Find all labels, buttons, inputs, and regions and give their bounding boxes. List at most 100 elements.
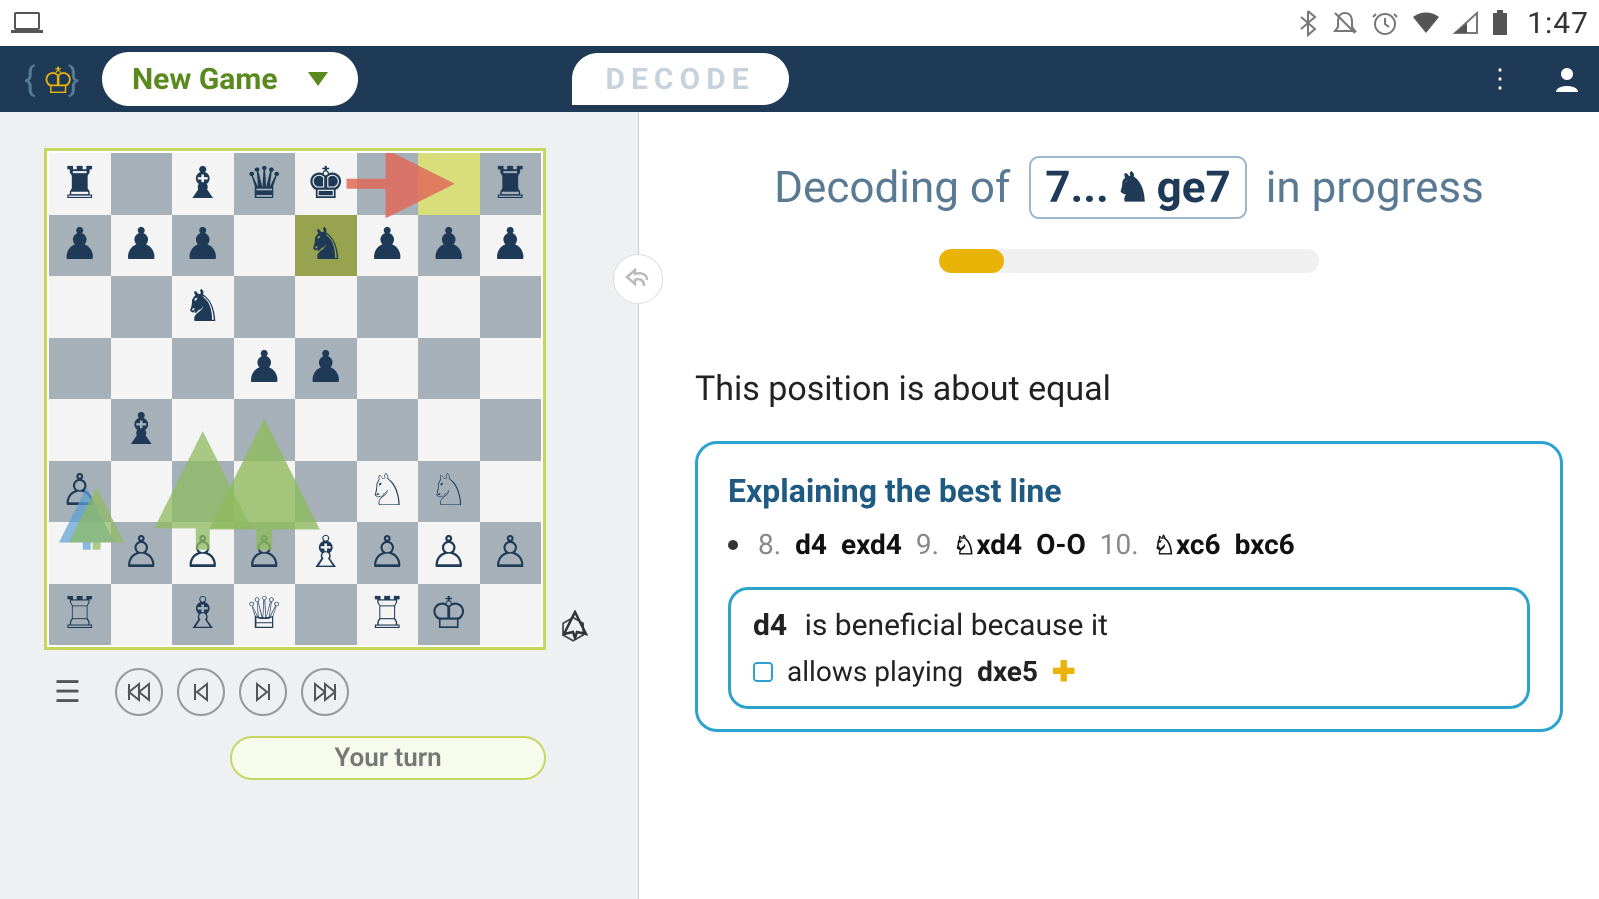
last-move-button[interactable] bbox=[301, 668, 349, 716]
square-c7[interactable]: ♟ bbox=[172, 215, 234, 277]
square-h4[interactable] bbox=[480, 399, 542, 461]
overflow-menu-icon[interactable]: ⋮ bbox=[1487, 64, 1513, 94]
square-a7[interactable]: ♟ bbox=[49, 215, 111, 277]
square-e6[interactable] bbox=[295, 276, 357, 338]
decode-progress bbox=[939, 249, 1319, 273]
laptop-icon bbox=[10, 10, 44, 36]
square-a6[interactable] bbox=[49, 276, 111, 338]
square-c8[interactable]: ♝ bbox=[172, 153, 234, 215]
square-g7[interactable]: ♟ bbox=[418, 215, 480, 277]
square-g1[interactable]: ♔ bbox=[418, 584, 480, 646]
square-g8[interactable] bbox=[418, 153, 480, 215]
square-c6[interactable]: ♞ bbox=[172, 276, 234, 338]
square-h3[interactable] bbox=[480, 461, 542, 523]
square-d8[interactable]: ♛ bbox=[234, 153, 296, 215]
move-nav: ☰ bbox=[54, 668, 638, 716]
square-e3[interactable] bbox=[295, 461, 357, 523]
square-h6[interactable] bbox=[480, 276, 542, 338]
square-e4[interactable] bbox=[295, 399, 357, 461]
square-h8[interactable]: ♜ bbox=[480, 153, 542, 215]
square-b7[interactable]: ♟ bbox=[111, 215, 173, 277]
square-a5[interactable] bbox=[49, 338, 111, 400]
new-game-label: New Game bbox=[132, 62, 278, 97]
square-g5[interactable] bbox=[418, 338, 480, 400]
undo-button[interactable] bbox=[613, 254, 663, 304]
square-f8[interactable] bbox=[357, 153, 419, 215]
plus-icon[interactable]: ✚ bbox=[1052, 655, 1075, 688]
square-c5[interactable] bbox=[172, 338, 234, 400]
first-move-button[interactable] bbox=[115, 668, 163, 716]
piece-wp: ♙ bbox=[245, 531, 284, 575]
square-h1[interactable] bbox=[480, 584, 542, 646]
square-c1[interactable]: ♗ bbox=[172, 584, 234, 646]
new-game-button[interactable]: New Game bbox=[102, 52, 358, 106]
square-d7[interactable] bbox=[234, 215, 296, 277]
piece-wp: ♙ bbox=[491, 531, 530, 575]
square-a3[interactable]: ♙ bbox=[49, 461, 111, 523]
square-d3[interactable] bbox=[234, 461, 296, 523]
square-c4[interactable] bbox=[172, 399, 234, 461]
square-b2[interactable]: ♙ bbox=[111, 522, 173, 584]
square-f6[interactable] bbox=[357, 276, 419, 338]
piece-wr: ♖ bbox=[60, 592, 99, 636]
square-f7[interactable]: ♟ bbox=[357, 215, 419, 277]
square-g2[interactable]: ♙ bbox=[418, 522, 480, 584]
piece-bp: ♟ bbox=[60, 223, 99, 267]
square-a2[interactable] bbox=[49, 522, 111, 584]
piece-bp: ♟ bbox=[491, 223, 530, 267]
square-d6[interactable] bbox=[234, 276, 296, 338]
square-f3[interactable]: ♘ bbox=[357, 461, 419, 523]
piece-bk: ♚ bbox=[306, 162, 345, 206]
square-e5[interactable]: ♟ bbox=[295, 338, 357, 400]
square-d5[interactable]: ♟ bbox=[234, 338, 296, 400]
square-h5[interactable] bbox=[480, 338, 542, 400]
turn-label: Your turn bbox=[334, 743, 441, 773]
checkbox-icon[interactable] bbox=[753, 662, 773, 682]
square-b8[interactable] bbox=[111, 153, 173, 215]
square-a8[interactable]: ♜ bbox=[49, 153, 111, 215]
app-logo[interactable]: {♔} bbox=[18, 57, 88, 101]
android-status-bar: 1:47 bbox=[0, 0, 1599, 46]
square-f5[interactable] bbox=[357, 338, 419, 400]
square-f4[interactable] bbox=[357, 399, 419, 461]
square-e7[interactable]: ♞ bbox=[295, 215, 357, 277]
square-c2[interactable]: ♙ bbox=[172, 522, 234, 584]
prev-move-button[interactable] bbox=[177, 668, 225, 716]
square-b6[interactable] bbox=[111, 276, 173, 338]
decode-tab[interactable]: DECODE bbox=[572, 53, 789, 105]
next-move-button[interactable] bbox=[239, 668, 287, 716]
decode-label: DECODE bbox=[606, 62, 755, 97]
square-a4[interactable] bbox=[49, 399, 111, 461]
piece-wp: ♙ bbox=[122, 531, 161, 575]
piece-bp: ♟ bbox=[183, 223, 222, 267]
square-d4[interactable] bbox=[234, 399, 296, 461]
alarm-icon bbox=[1371, 9, 1399, 37]
best-line-moves[interactable]: 8.d4exd49.♘xd4O-O10.♘xc6bxc6 bbox=[728, 528, 1530, 561]
square-f1[interactable]: ♖ bbox=[357, 584, 419, 646]
square-h2[interactable]: ♙ bbox=[480, 522, 542, 584]
chess-board[interactable]: ♜♝♛♚♜♟♟♟♞♟♟♟♞♟♟♝♙♘♘♙♙♙♗♙♙♙♖♗♕♖♔ bbox=[44, 148, 546, 650]
decoded-move: 7... ♞ge7 bbox=[1029, 156, 1247, 219]
square-a1[interactable]: ♖ bbox=[49, 584, 111, 646]
square-f2[interactable]: ♙ bbox=[357, 522, 419, 584]
square-g4[interactable] bbox=[418, 399, 480, 461]
square-b5[interactable] bbox=[111, 338, 173, 400]
piece-wb: ♗ bbox=[306, 531, 345, 575]
square-b4[interactable]: ♝ bbox=[111, 399, 173, 461]
square-d1[interactable]: ♕ bbox=[234, 584, 296, 646]
square-g3[interactable]: ♘ bbox=[418, 461, 480, 523]
square-e1[interactable] bbox=[295, 584, 357, 646]
square-b1[interactable] bbox=[111, 584, 173, 646]
menu-icon[interactable]: ☰ bbox=[54, 675, 81, 710]
square-e8[interactable]: ♚ bbox=[295, 153, 357, 215]
piece-wp: ♙ bbox=[429, 531, 468, 575]
square-b3[interactable] bbox=[111, 461, 173, 523]
square-h7[interactable]: ♟ bbox=[480, 215, 542, 277]
square-d2[interactable]: ♙ bbox=[234, 522, 296, 584]
clock-text: 1:47 bbox=[1527, 6, 1589, 41]
square-c3[interactable] bbox=[172, 461, 234, 523]
square-e2[interactable]: ♗ bbox=[295, 522, 357, 584]
explanation-card: d4 is beneficial because it allows playi… bbox=[728, 587, 1530, 709]
profile-icon[interactable] bbox=[1553, 65, 1581, 93]
square-g6[interactable] bbox=[418, 276, 480, 338]
